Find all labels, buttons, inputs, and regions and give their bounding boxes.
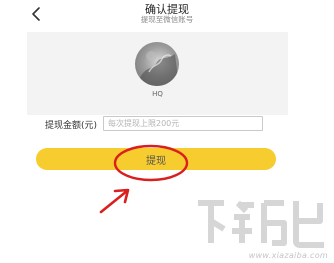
account-card: HQ bbox=[27, 32, 288, 115]
arrow-annotation bbox=[99, 188, 130, 214]
amount-label: 提现金额(元) bbox=[45, 121, 98, 131]
avatar bbox=[135, 42, 179, 86]
watermark: www.xiazaiba.com bbox=[188, 191, 334, 263]
watermark-logo bbox=[198, 200, 324, 248]
highlight-circle-annotation bbox=[113, 144, 189, 182]
avatar-photo bbox=[135, 51, 179, 86]
page-subtitle: 提现至微信账号 bbox=[140, 15, 194, 24]
amount-input[interactable] bbox=[103, 116, 263, 131]
top-bar: 确认提现 提现至微信账号 bbox=[0, 0, 334, 28]
watermark-url: www.xiazaiba.com bbox=[248, 251, 328, 260]
account-name: HQ bbox=[152, 90, 163, 98]
